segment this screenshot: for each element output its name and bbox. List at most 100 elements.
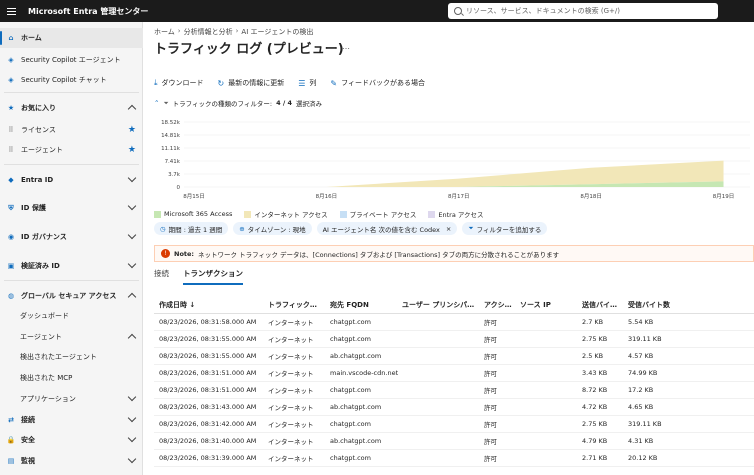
filter-summary-suffix: 選択済み bbox=[296, 100, 323, 108]
table-cell: 8.72 KB bbox=[582, 386, 608, 394]
sidebar-item-18[interactable]: ▤ 監視 bbox=[0, 451, 143, 471]
legend-item[interactable]: プライベート アクセス bbox=[339, 209, 416, 219]
chevron-down-icon[interactable] bbox=[127, 392, 137, 402]
table-row[interactable]: 08/23/2026, 08:31:58.000 AM インターネット chatgp… bbox=[154, 314, 754, 331]
x-tick-label: 8月18日 bbox=[580, 193, 602, 200]
copilot-icon: ◈ bbox=[8, 76, 14, 84]
table-cell: インターネット bbox=[268, 319, 314, 327]
add-filter-button[interactable]: ⏷ フィルターを追加する bbox=[462, 222, 548, 235]
traffic-type-filter[interactable]: ⌃ ⏷ トラフィックの種類のフィルター: 4 / 4 選択済み bbox=[154, 98, 323, 109]
table-row[interactable]: 08/23/2026, 08:31:55.000 AM インターネット ab.cha… bbox=[154, 348, 754, 365]
app-title[interactable]: Microsoft Entra 管理センター bbox=[28, 6, 148, 17]
more-options-icon[interactable]: … bbox=[342, 42, 350, 51]
table-cell: 2.75 KB bbox=[582, 420, 608, 428]
table-row[interactable]: 08/23/2026, 08:31:39.000 AM インターネット chatgp… bbox=[154, 450, 754, 467]
table-cell: インターネット bbox=[268, 404, 314, 412]
favorite-star-icon[interactable]: ★ bbox=[128, 125, 136, 135]
sidebar-item-10[interactable]: ◍ グローバル セキュア アクセス bbox=[0, 286, 143, 306]
sidebar-item-3[interactable]: ★ お気に入り bbox=[0, 98, 143, 118]
sidebar-item-8[interactable]: ◉ ID ガバナンス bbox=[0, 227, 143, 247]
table-cell: 08/23/2026, 08:31:55.000 AM bbox=[159, 352, 257, 360]
feedback-icon: ✎ bbox=[330, 78, 338, 88]
feedback-button[interactable]: ✎ フィードバックがある場合 bbox=[330, 78, 425, 88]
sidebar-item-17[interactable]: 🔒 安全 bbox=[0, 430, 143, 450]
filter-pill-agent-name[interactable]: AI エージェント名 次の値を含む Codex × bbox=[316, 222, 458, 235]
collapse-chevron-icon[interactable]: ⌃ bbox=[154, 99, 159, 107]
tab-connections[interactable]: 接続 bbox=[154, 268, 169, 285]
filter-pill-timezone[interactable]: ⊕ タイムゾーン : 現地 bbox=[233, 222, 312, 235]
chevron-up-icon[interactable] bbox=[127, 104, 137, 114]
sidebar-item-6[interactable]: ◆ Entra ID bbox=[0, 170, 143, 190]
legend-item[interactable]: インターネット アクセス bbox=[244, 209, 328, 219]
sidebar-item-14[interactable]: 検出された MCP bbox=[0, 368, 143, 388]
table-body: 08/23/2026, 08:31:58.000 AM インターネット chatgp… bbox=[154, 314, 754, 467]
column-header[interactable]: 送信バイ… bbox=[582, 300, 628, 310]
column-header[interactable]: トラフィック… bbox=[268, 300, 330, 310]
table-cell: 4.57 KB bbox=[628, 352, 654, 360]
table-row[interactable]: 08/23/2026, 08:31:55.000 AM インターネット chatgp… bbox=[154, 331, 754, 348]
sidebar-item-16[interactable]: ⇄ 接続 bbox=[0, 410, 143, 430]
legend-item[interactable]: Microsoft 365 Access bbox=[154, 209, 232, 219]
sidebar-item-12[interactable]: エージェント bbox=[0, 327, 143, 347]
sidebar-item-5[interactable]: ⠿ エージェント ★ bbox=[0, 140, 143, 160]
chevron-down-icon[interactable] bbox=[127, 230, 137, 240]
sidebar-item-label: ID 保護 bbox=[21, 204, 46, 212]
sidebar-item-2[interactable]: ◈ Security Copilot チャット bbox=[0, 70, 143, 90]
sidebar-item-0[interactable]: ⌂ ホーム bbox=[0, 28, 143, 48]
breadcrumb-separator: › bbox=[177, 27, 181, 35]
legend-item[interactable]: Entra アクセス bbox=[428, 209, 484, 219]
column-header[interactable]: 宛先 FQDN bbox=[330, 300, 402, 310]
columns-button[interactable]: ☰ 列 bbox=[298, 78, 316, 88]
table-row[interactable]: 08/23/2026, 08:31:43.000 AM インターネット ab.cha… bbox=[154, 399, 754, 416]
column-header[interactable]: ソース IP bbox=[520, 300, 582, 310]
table-cell: インターネット bbox=[268, 421, 314, 429]
breadcrumb-ai-agent-discovery[interactable]: AI エージェントの検出 bbox=[241, 27, 313, 37]
y-tick-label: 0 bbox=[177, 185, 181, 191]
chevron-down-icon[interactable] bbox=[127, 259, 137, 269]
sidebar-item-11[interactable]: ダッシュボード bbox=[0, 306, 143, 326]
refresh-button[interactable]: ↻ 最新の情報に更新 bbox=[218, 78, 285, 88]
table-row[interactable]: 08/23/2026, 08:31:51.000 AM インターネット main.v… bbox=[154, 365, 754, 382]
sidebar-item-7[interactable]: ⛨ ID 保護 bbox=[0, 198, 143, 218]
table-cell: main.vscode-cdn.net bbox=[330, 369, 399, 377]
chevron-down-icon[interactable] bbox=[127, 454, 137, 464]
y-tick-label: 3.7k bbox=[168, 172, 181, 178]
column-header[interactable]: 受信バイト数 bbox=[628, 300, 688, 310]
sidebar-item-4[interactable]: ⠿ ライセンス ★ bbox=[0, 120, 143, 140]
chevron-up-icon[interactable] bbox=[127, 333, 137, 343]
filter-pill-period[interactable]: ◷ 期間 : 過去 1 週間 bbox=[154, 222, 229, 235]
search-input[interactable]: リソース、サービス、ドキュメントの検索 (G+/) bbox=[466, 6, 620, 16]
favorite-star-icon[interactable]: ★ bbox=[128, 145, 136, 155]
table-cell: インターネット bbox=[268, 353, 314, 361]
table-row[interactable]: 08/23/2026, 08:31:40.000 AM インターネット ab.cha… bbox=[154, 433, 754, 450]
chevron-up-icon[interactable] bbox=[127, 292, 137, 302]
sidebar-item-15[interactable]: アプリケーション bbox=[0, 389, 143, 409]
sidebar-item-13[interactable]: 検出されたエージェント bbox=[0, 347, 143, 367]
x-tick-label: 8月16日 bbox=[316, 193, 338, 200]
chevron-down-icon[interactable] bbox=[127, 433, 137, 443]
breadcrumb-insights[interactable]: 分析情報と分析 bbox=[184, 27, 233, 37]
column-header[interactable]: アクシ… bbox=[484, 300, 520, 310]
chevron-down-icon[interactable] bbox=[127, 173, 137, 183]
table-cell: 08/23/2026, 08:31:40.000 AM bbox=[159, 437, 257, 445]
download-icon: ⤓ bbox=[154, 78, 158, 87]
table-row[interactable]: 08/23/2026, 08:31:42.000 AM インターネット chatgp… bbox=[154, 416, 754, 433]
sidebar-item-label: 検出された MCP bbox=[20, 374, 73, 382]
chevron-down-icon[interactable] bbox=[127, 413, 137, 423]
sidebar-item-label: Security Copilot エージェント bbox=[21, 56, 121, 64]
chevron-down-icon[interactable] bbox=[127, 201, 137, 211]
traffic-area-chart: 18.52k 14.81k 11.11k 7.41k 3.7k 08月15日 8月16日 8月… bbox=[161, 120, 750, 200]
sidebar-item-9[interactable]: ▣ 検証済み ID bbox=[0, 256, 143, 276]
tab-transactions[interactable]: トランザクション bbox=[183, 268, 243, 285]
breadcrumb-home[interactable]: ホーム bbox=[154, 27, 175, 37]
table-cell: 許可 bbox=[484, 353, 497, 361]
search-icon bbox=[454, 7, 462, 15]
close-icon[interactable]: × bbox=[446, 225, 451, 233]
table-row[interactable]: 08/23/2026, 08:31:51.000 AM インターネット chatgp… bbox=[154, 382, 754, 399]
download-button[interactable]: ⤓ ダウンロード bbox=[154, 78, 204, 88]
hamburger-menu-icon[interactable] bbox=[0, 0, 22, 22]
column-header[interactable]: 作成日時 ↓ bbox=[154, 300, 268, 310]
sidebar-item-1[interactable]: ◈ Security Copilot エージェント bbox=[0, 50, 143, 70]
column-header[interactable]: ユーザー プリンシパ… bbox=[402, 300, 484, 310]
global-search[interactable]: リソース、サービス、ドキュメントの検索 (G+/) bbox=[448, 3, 718, 19]
